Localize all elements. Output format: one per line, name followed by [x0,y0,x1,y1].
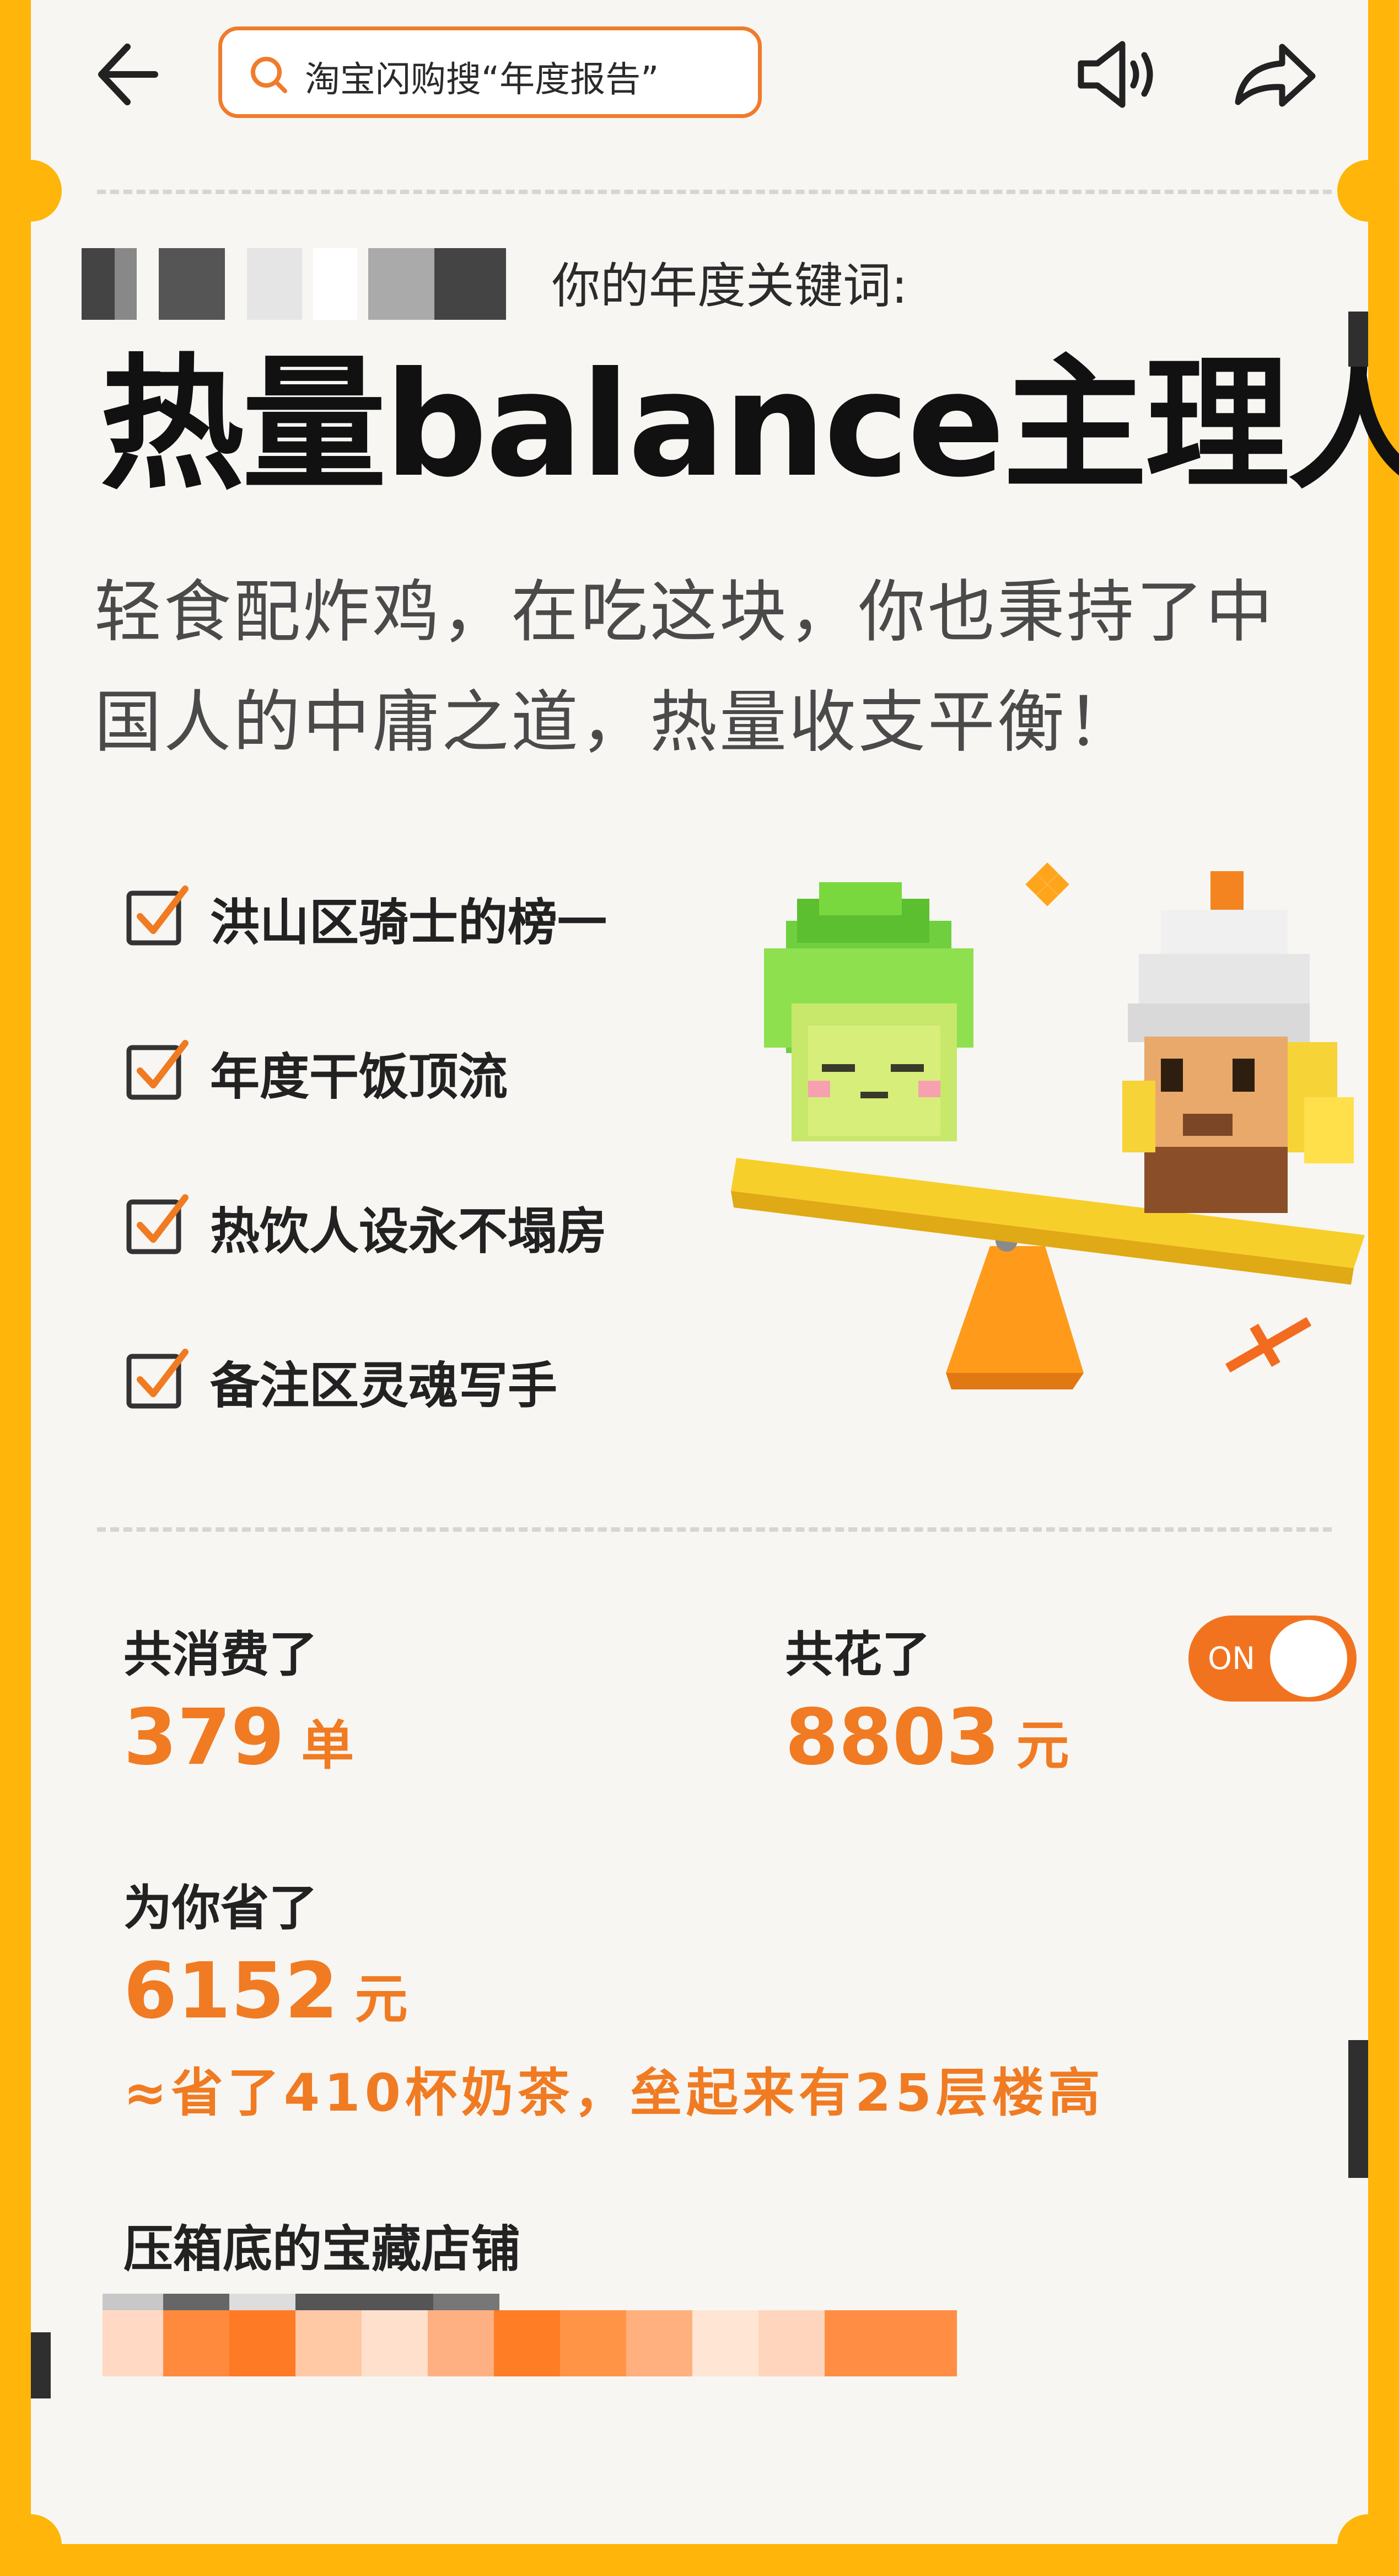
orders-value: 379 [123,1693,285,1783]
ice-cream-character-icon [1122,871,1354,1213]
divider [97,190,1332,194]
spent-unit: 元 [1016,1715,1069,1777]
spent-value: 8803 [785,1693,1000,1783]
achievement-label: 洪山区骑士的榜一 [210,894,607,952]
treasure-shop-label: 压箱底的宝藏店铺 [123,2220,520,2278]
checkbox-checked-icon [126,1040,189,1100]
masked-username [82,248,550,320]
ticket-notch [1337,160,1399,222]
ticket-notch [0,160,62,222]
toggle-label: ON [1208,1641,1255,1677]
share-icon [1235,44,1316,107]
saved-label: 为你省了 [123,1880,318,1936]
achievement-label: 热饮人设永不塌房 [210,1203,607,1260]
keyword-title: 热量balance主理人 [100,341,1399,509]
sparkle-icon [1025,862,1069,906]
saved-stat: 6152 元 [123,1946,408,2036]
saved-value: 6152 [123,1946,338,2036]
search-icon [251,57,287,93]
keyword-label: 你的年度关键词: [552,257,908,314]
ticket-notch [0,2514,62,2576]
keyword-description: 轻食配炸鸡，在吃这块，你也秉持了中国人的中庸之道，热量收支平衡！ [94,573,1275,761]
sound-button[interactable] [1070,33,1164,116]
ticket-notch [1337,2514,1399,2576]
sparkle-icon [1225,1317,1312,1373]
amount-visibility-toggle[interactable]: ON [1188,1616,1357,1702]
spent-label: 共花了 [785,1626,931,1683]
edge-marker [1348,312,1368,367]
checkbox-checked-icon [126,1194,189,1254]
search-placeholder: 淘宝闪购搜“年度报告” [305,60,659,100]
edge-marker [31,2332,51,2398]
toggle-knob [1270,1620,1347,1697]
savings-comparison: ≈省了410杯奶茶，垒起来有25层楼高 [123,2063,1105,2123]
orders-label: 共消费了 [123,1626,318,1683]
search-box[interactable]: 淘宝闪购搜“年度报告” [218,26,762,118]
broccoli-character-icon [764,882,973,1141]
checkbox-checked-icon [126,1349,189,1409]
edge-marker [1348,2040,1368,2178]
orders-unit: 单 [301,1715,354,1777]
share-button[interactable] [1227,33,1321,116]
spent-stat: 8803 元 [785,1693,1069,1783]
top-bar: 淘宝闪购搜“年度报告” [31,0,1368,160]
report-card: 淘宝闪购搜“年度报告” 你的年度关键词: 热量balance主理人 轻食配炸鸡，… [31,0,1399,2544]
masked-shop-name [103,2294,962,2376]
achievement-label: 备注区灵魂写手 [210,1357,557,1415]
seesaw-illustration [731,862,1365,1389]
checkbox-checked-icon [126,886,189,946]
sound-icon [1078,41,1153,108]
achievement-label: 年度干饭顶流 [210,1048,508,1106]
back-arrow-icon [98,44,158,105]
saved-unit: 元 [354,1968,408,2030]
back-button[interactable] [86,33,174,116]
orders-stat: 379 单 [123,1693,354,1783]
divider [97,1527,1332,1532]
